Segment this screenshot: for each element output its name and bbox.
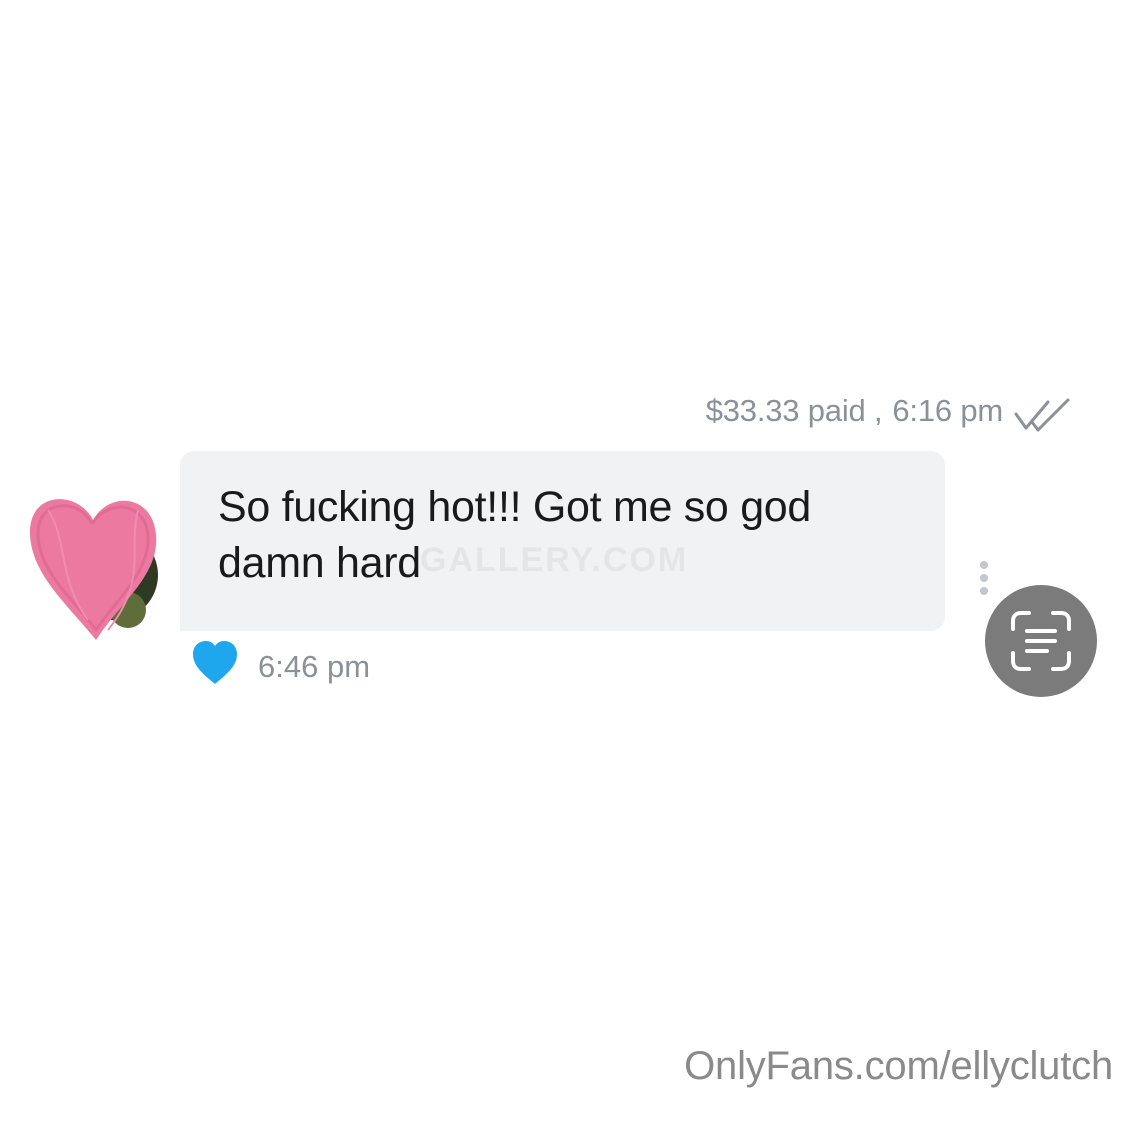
double-check-icon [1014,398,1070,432]
footer-watermark: OnlyFans.com/ellyclutch [684,1044,1113,1088]
paid-amount: $33.33 paid , [705,393,883,428]
scan-text-button[interactable] [985,585,1097,697]
message-bubble[interactable]: So fucking hot!!! Got me so god damn har… [180,451,945,631]
scan-text-icon [1011,611,1071,671]
vertical-dots-icon[interactable] [977,560,991,596]
heart-icon[interactable] [191,640,239,686]
message-meta: $33.33 paid , 6:16 pm [706,393,1003,429]
sent-time: 6:16 pm [892,393,1003,428]
avatar[interactable] [18,480,168,650]
inline-watermark: GALLERY.COM [420,541,689,579]
reply-time: 6:46 pm [258,649,371,684]
